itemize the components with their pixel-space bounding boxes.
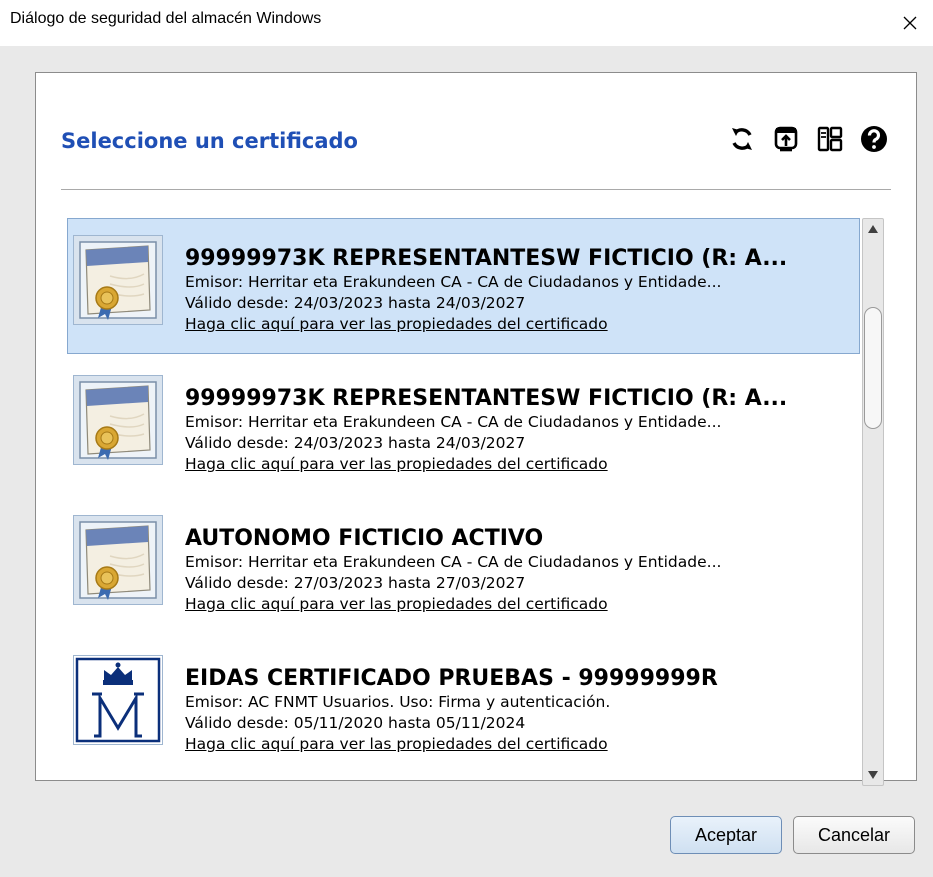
help-icon <box>861 126 887 152</box>
cancel-button[interactable]: Cancelar <box>793 816 915 854</box>
fnmt-crown-m-icon <box>73 655 163 745</box>
certificate-validity: Válido desde: 24/03/2023 hasta 24/03/202… <box>185 434 526 452</box>
certificate-details: EIDAS CERTIFICADO PRUEBAS - 99999999R Em… <box>185 665 855 755</box>
certificate-properties-link[interactable]: Haga clic aquí para ver las propiedades … <box>185 734 608 755</box>
certificate-item[interactable]: 99999973K REPRESENTANTESW FICTICIO (R: A… <box>67 358 860 494</box>
scroll-thumb[interactable] <box>864 307 882 429</box>
import-icon <box>774 126 798 152</box>
toolbar <box>726 123 890 155</box>
certificate-issuer: Emisor: Herritar eta Erakundeen CA - CA … <box>185 273 722 291</box>
refresh-button[interactable] <box>726 123 758 155</box>
title-bar: Diálogo de seguridad del almacén Windows <box>0 0 933 46</box>
certificate-seal-icon <box>73 515 163 605</box>
certificate-name: EIDAS CERTIFICADO PRUEBAS - 99999999R <box>185 666 718 691</box>
import-button[interactable] <box>770 123 802 155</box>
certificate-validity: Válido desde: 24/03/2023 hasta 24/03/202… <box>185 294 526 312</box>
dialog-body: Seleccione un certificado 99999973K REPR… <box>0 46 933 877</box>
triangle-up-icon <box>868 225 878 233</box>
certificate-item[interactable]: 99999973K REPRESENTANTESW FICTICIO (R: A… <box>67 218 860 354</box>
view-details-icon <box>817 126 843 152</box>
certificate-seal-icon <box>73 375 163 465</box>
certificate-properties-link[interactable]: Haga clic aquí para ver las propiedades … <box>185 454 608 475</box>
window-title: Diálogo de seguridad del almacén Windows <box>10 10 322 27</box>
certificate-name: 99999973K REPRESENTANTESW FICTICIO (R: A… <box>185 386 788 411</box>
certificate-validity: Válido desde: 27/03/2023 hasta 27/03/202… <box>185 574 526 592</box>
certificate-issuer: Emisor: Herritar eta Erakundeen CA - CA … <box>185 413 722 431</box>
close-button[interactable] <box>887 0 933 46</box>
certificate-details: 99999973K REPRESENTANTESW FICTICIO (R: A… <box>185 385 855 475</box>
certificate-name: AUTONOMO FICTICIO ACTIVO <box>185 526 544 551</box>
help-button[interactable] <box>858 123 890 155</box>
certificate-details: AUTONOMO FICTICIO ACTIVO Emisor: Herrita… <box>185 525 855 615</box>
certificate-item[interactable]: AUTONOMO FICTICIO ACTIVO Emisor: Herrita… <box>67 498 860 634</box>
accept-button[interactable]: Aceptar <box>670 816 782 854</box>
vertical-scrollbar[interactable] <box>862 218 884 786</box>
certificate-seal-icon <box>73 235 163 325</box>
certificate-issuer: Emisor: Herritar eta Erakundeen CA - CA … <box>185 553 722 571</box>
certificate-list: 99999973K REPRESENTANTESW FICTICIO (R: A… <box>67 218 864 788</box>
dialog-heading: Seleccione un certificado <box>61 129 358 153</box>
heading-divider <box>61 189 891 190</box>
certificate-validity: Válido desde: 05/11/2020 hasta 05/11/202… <box>185 714 526 732</box>
triangle-down-icon <box>868 771 878 779</box>
view-details-button[interactable] <box>814 123 846 155</box>
scroll-down-button[interactable] <box>863 765 883 785</box>
certificate-panel: Seleccione un certificado 99999973K REPR… <box>35 72 917 786</box>
refresh-icon <box>732 128 752 150</box>
certificate-details: 99999973K REPRESENTANTESW FICTICIO (R: A… <box>185 245 855 335</box>
certificate-properties-link[interactable]: Haga clic aquí para ver las propiedades … <box>185 594 608 615</box>
certificate-name: 99999973K REPRESENTANTESW FICTICIO (R: A… <box>185 246 788 271</box>
close-icon <box>903 16 917 30</box>
scroll-up-button[interactable] <box>863 219 883 239</box>
certificate-issuer: Emisor: AC FNMT Usuarios. Uso: Firma y a… <box>185 693 611 711</box>
certificate-properties-link[interactable]: Haga clic aquí para ver las propiedades … <box>185 314 608 335</box>
certificate-item[interactable]: EIDAS CERTIFICADO PRUEBAS - 99999999R Em… <box>67 638 860 774</box>
